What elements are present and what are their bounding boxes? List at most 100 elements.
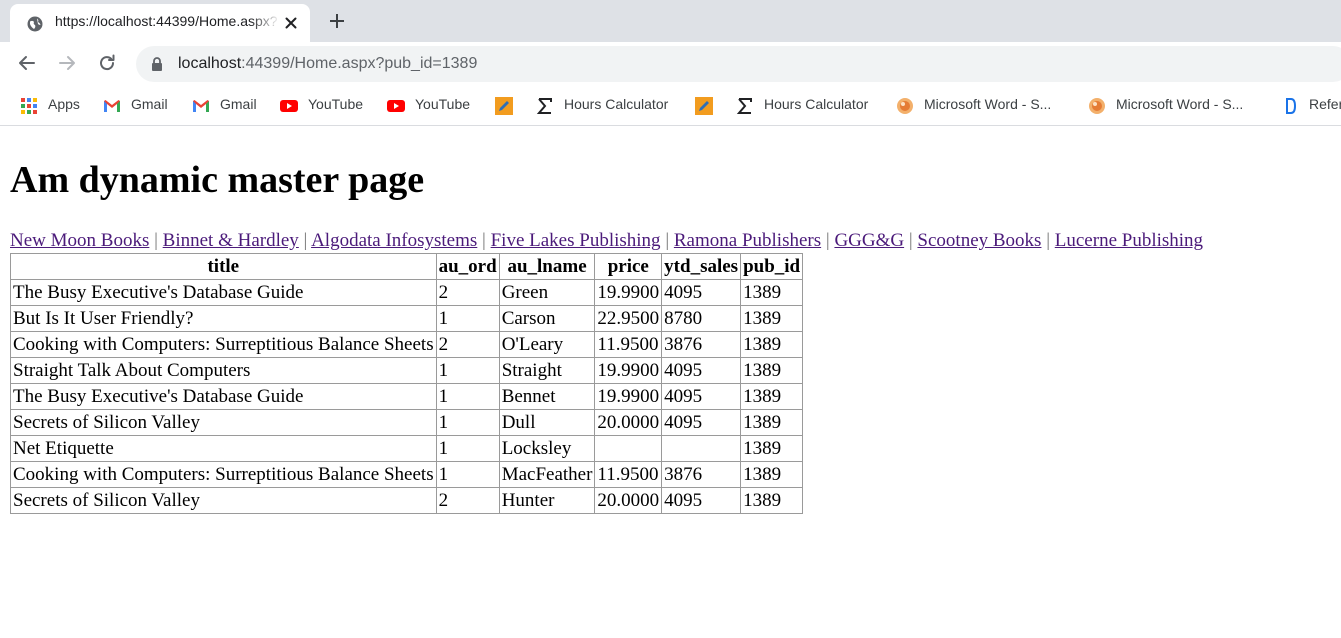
back-arrow-icon[interactable] (16, 52, 38, 74)
column-header: title (10, 253, 437, 280)
table-cell: 3876 (661, 331, 742, 358)
table-cell: Secrets of Silicon Valley (10, 409, 437, 436)
table-cell: The Busy Executive's Database Guide (10, 279, 437, 306)
table-cell: MacFeather (498, 461, 596, 488)
table-cell: 11.9500 (594, 461, 663, 488)
publisher-link[interactable]: Algodata Infosystems (311, 230, 477, 251)
publisher-link[interactable]: New Moon Books (10, 230, 149, 251)
sigma-icon (536, 98, 552, 114)
tab-title-fade (250, 12, 280, 34)
table-cell: 4095 (661, 357, 742, 384)
word-doc-icon (897, 98, 913, 114)
tab-strip: https://localhost:44399/Home.aspx?pub_id… (0, 0, 1341, 42)
table-cell: But Is It User Friendly? (10, 305, 437, 332)
link-separator: | (154, 230, 158, 251)
apps-grid-icon (21, 98, 37, 114)
table-cell: 20.0000 (594, 409, 663, 436)
table-cell: 4095 (661, 487, 742, 514)
publisher-link[interactable]: GGG&G (834, 230, 904, 251)
lock-icon[interactable] (151, 57, 163, 71)
youtube-icon (387, 100, 405, 112)
publisher-link[interactable]: Five Lakes Publishing (491, 230, 661, 251)
url-path: :44399/Home.aspx?pub_id=1389 (241, 55, 478, 72)
table-cell: Dull (498, 409, 596, 436)
table-cell: Straight Talk About Computers (10, 357, 437, 384)
table-cell: Cooking with Computers: Surreptitious Ba… (10, 461, 437, 488)
table-row: Straight Talk About Computers 1 Straight… (10, 357, 804, 384)
table-cell: 4095 (661, 409, 742, 436)
table-row: Net Etiquette 1 Locksley 1389 (10, 435, 804, 462)
table-cell: 1389 (740, 487, 804, 514)
column-header: au_ord (435, 253, 500, 280)
link-separator: | (482, 230, 486, 251)
table-cell: 19.9900 (594, 279, 663, 306)
link-separator: | (908, 230, 913, 251)
pencil-icon (695, 97, 713, 115)
table-cell: 1389 (740, 461, 804, 488)
table-cell: Secrets of Silicon Valley (10, 487, 437, 514)
column-header: ytd_sales (661, 253, 742, 280)
youtube-icon (280, 100, 298, 112)
table-cell: 1 (435, 435, 500, 462)
table-cell: 1 (435, 409, 500, 436)
table-cell: 2 (435, 279, 500, 306)
page-title: Am dynamic master page (10, 159, 425, 201)
page-content: Am dynamic master page New Moon Books | … (0, 127, 1341, 638)
forward-arrow-icon[interactable] (56, 52, 78, 74)
table-cell: 2 (435, 487, 500, 514)
table-cell: 22.9500 (594, 305, 663, 332)
publisher-links: New Moon Books | Binnet & Hardley | Algo… (10, 230, 1203, 252)
new-tab-plus-icon[interactable] (327, 11, 347, 31)
column-header: price (594, 253, 663, 280)
table-cell: Net Etiquette (10, 435, 437, 462)
gmail-icon (193, 100, 209, 112)
gmail-icon (104, 100, 120, 112)
table-cell: 1389 (740, 409, 804, 436)
table-header-row: title au_ord au_lname price ytd_sales pu… (10, 253, 804, 280)
table-cell: 1389 (740, 435, 804, 462)
publisher-link[interactable]: Lucerne Publishing (1055, 230, 1203, 251)
table-cell: O'Leary (498, 331, 596, 358)
table-cell: 4095 (661, 279, 742, 306)
table-cell: 11.9500 (594, 331, 663, 358)
column-header: au_lname (498, 253, 596, 280)
reload-icon[interactable] (96, 52, 118, 74)
table-cell: Hunter (498, 487, 596, 514)
publisher-link[interactable]: Ramona Publishers (674, 230, 821, 251)
close-tab-icon[interactable] (282, 14, 300, 32)
bookmarks-bar: Apps Gmail Gmail YouTube YouTube Hours C… (0, 86, 1341, 126)
table-cell: Bennet (498, 383, 596, 410)
table-row: Cooking with Computers: Surreptitious Ba… (10, 461, 804, 488)
table-cell: 20.0000 (594, 487, 663, 514)
publisher-link[interactable]: Scootney Books (917, 230, 1041, 251)
tab-title: https://localhost:44399/Home.aspx?pub_id… (55, 13, 277, 29)
url-host: localhost (178, 55, 242, 72)
browser-tab[interactable]: https://localhost:44399/Home.aspx?pub_id… (10, 4, 310, 42)
link-separator: | (665, 230, 670, 251)
table-row: The Busy Executive's Database Guide 2 Gr… (10, 279, 804, 306)
table-cell: 1389 (740, 383, 804, 410)
table-cell: 1 (435, 305, 500, 332)
table-cell: 1 (435, 461, 500, 488)
table-row: Secrets of Silicon Valley 2 Hunter 20.00… (10, 487, 804, 514)
word-doc-icon (1089, 98, 1105, 114)
column-header: pub_id (740, 253, 804, 280)
reference-icon (1286, 98, 1297, 114)
sigma-icon (736, 98, 752, 114)
table-cell: Green (498, 279, 596, 306)
table-cell: Locksley (498, 435, 596, 462)
table-cell: 19.9900 (594, 357, 663, 384)
table-cell: 1 (435, 357, 500, 384)
link-separator: | (1046, 230, 1051, 251)
table-cell: 1389 (740, 279, 804, 306)
table-cell: 1389 (740, 357, 804, 384)
pencil-icon (495, 97, 513, 115)
table-cell: 4095 (661, 383, 742, 410)
url-text[interactable]: localhost:44399/Home.aspx?pub_id=1389 (178, 55, 477, 73)
publisher-link[interactable]: Binnet & Hardley (163, 230, 299, 251)
table-row: Secrets of Silicon Valley 1 Dull 20.0000… (10, 409, 804, 436)
table-cell: 1 (435, 383, 500, 410)
titles-table: title au_ord au_lname price ytd_sales pu… (10, 253, 804, 514)
address-bar[interactable]: localhost:44399/Home.aspx?pub_id=1389 (136, 46, 1341, 82)
table-row: But Is It User Friendly? 1 Carson 22.950… (10, 305, 804, 332)
